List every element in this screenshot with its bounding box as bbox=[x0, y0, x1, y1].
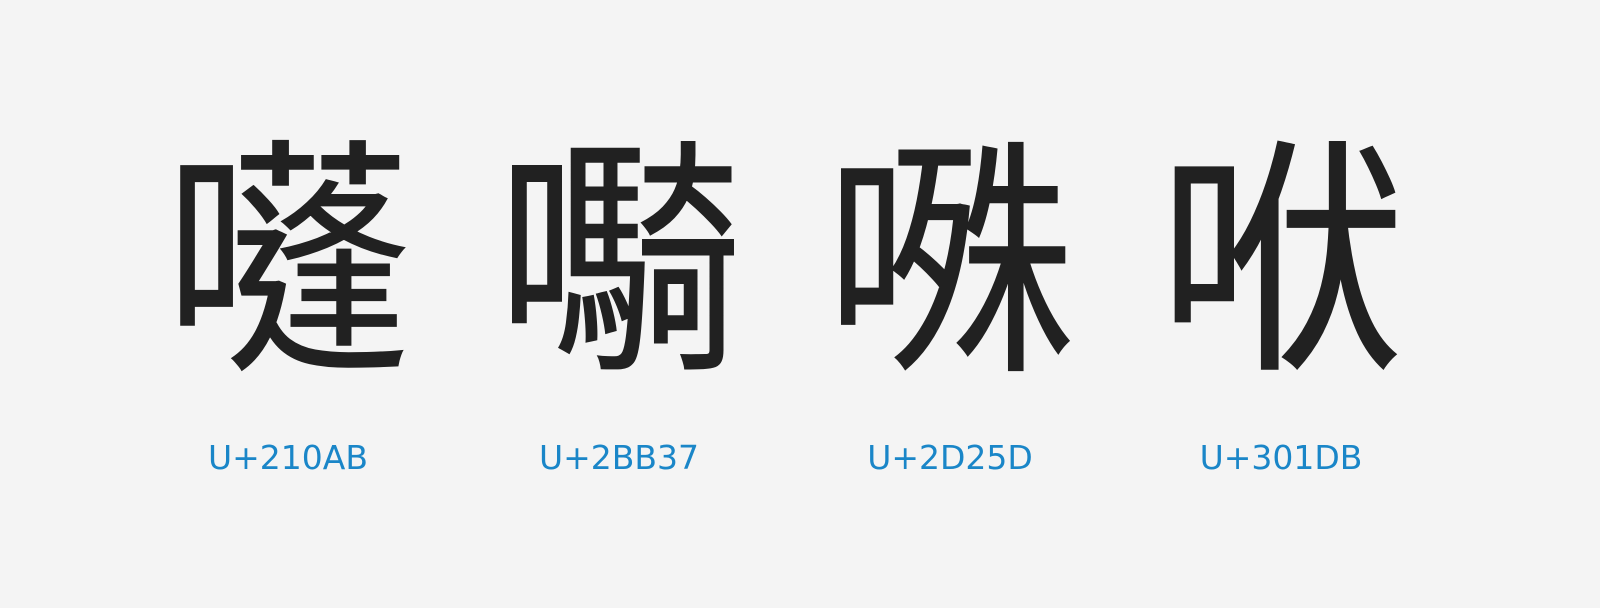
cjk-glyph: 𰇛 bbox=[1156, 118, 1406, 409]
glyph-card: 𰇛 U+301DB bbox=[1131, 128, 1431, 476]
codepoint-label: U+2BB37 bbox=[538, 438, 700, 477]
cjk-glyph: 𭉝 bbox=[825, 118, 1075, 409]
cjk-glyph: 𡂫 bbox=[163, 118, 413, 409]
glyph-card: 𡂫 U+210AB bbox=[138, 128, 438, 476]
glyph-card: 𭉝 U+2D25D bbox=[800, 128, 1100, 476]
codepoint-label: U+301DB bbox=[1199, 438, 1363, 477]
codepoint-label: U+210AB bbox=[207, 438, 368, 477]
codepoint-label: U+2D25D bbox=[867, 438, 1033, 477]
glyph-card: 𫬷 U+2BB37 bbox=[469, 128, 769, 476]
cjk-glyph: 𫬷 bbox=[494, 118, 744, 409]
